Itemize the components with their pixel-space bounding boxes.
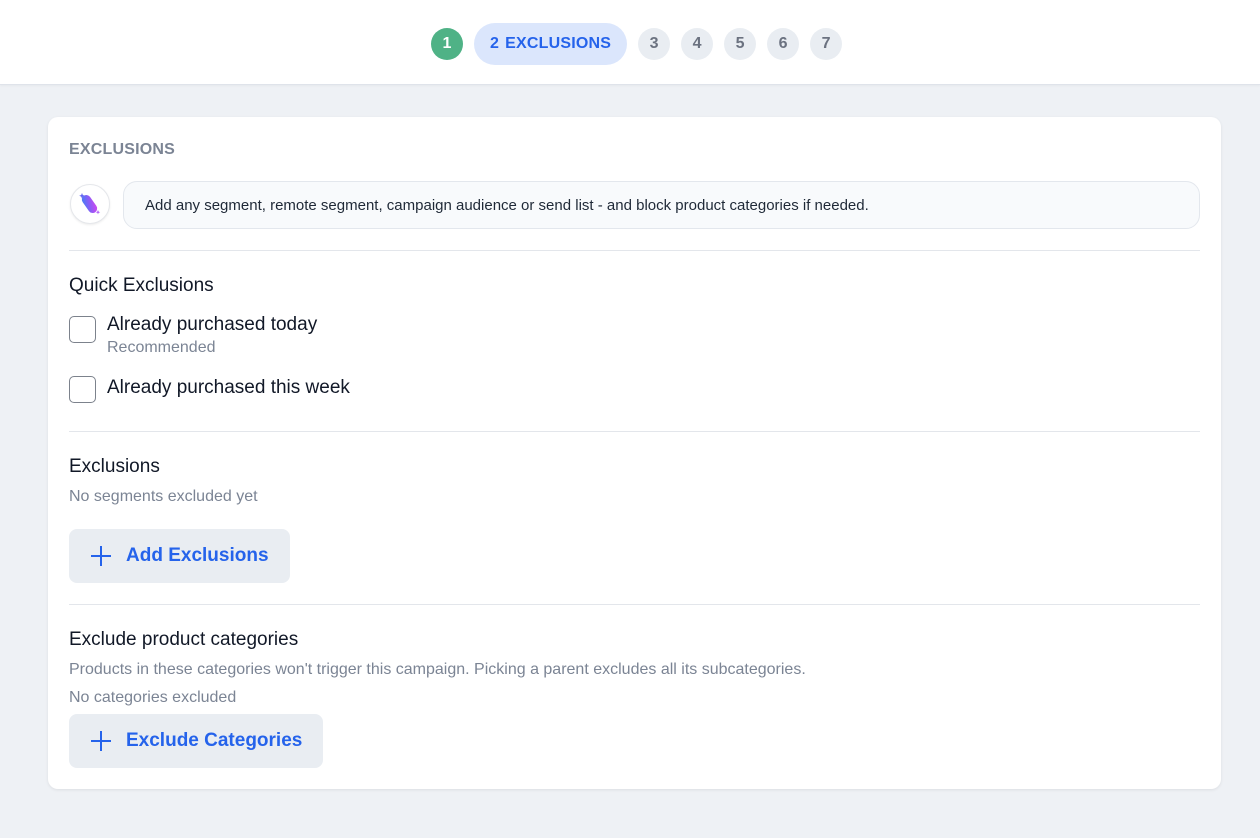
quick-exclusions-title: Quick Exclusions (69, 275, 214, 296)
divider (69, 604, 1200, 605)
assistant-message: Add any segment, remote segment, campaig… (123, 181, 1200, 229)
option-label: Already purchased today (107, 314, 318, 335)
step-indicator: 1 2 EXCLUSIONS 3 4 5 6 7 (431, 23, 853, 65)
ai-assistant-avatar (70, 184, 110, 224)
plus-icon (91, 546, 111, 566)
step-2-label: EXCLUSIONS (505, 35, 612, 52)
stepper-bar: 1 2 EXCLUSIONS 3 4 5 6 7 (0, 0, 1260, 85)
step-4[interactable]: 4 (681, 28, 714, 60)
exclude-categories-label: Exclude Categories (126, 730, 303, 751)
exclusions-card: EXCLUSIONS Add any segment, remote segme… (48, 117, 1221, 789)
product-categories-title: Exclude product categories (69, 629, 299, 650)
option-text: Already purchased this week (107, 376, 350, 400)
exclusions-empty-text: No segments excluded yet (69, 488, 258, 505)
quick-exclusion-option-today[interactable]: Already purchased today Recommended (69, 313, 317, 357)
plus-icon (91, 731, 111, 751)
divider (69, 250, 1200, 251)
card-title: EXCLUSIONS (69, 141, 176, 158)
option-text: Already purchased today Recommended (107, 313, 317, 357)
step-1[interactable]: 1 (431, 28, 463, 60)
step-6[interactable]: 6 (767, 28, 800, 60)
add-exclusions-button[interactable]: Add Exclusions (69, 529, 290, 583)
ai-assistant-icon (79, 193, 101, 215)
categories-empty-text: No categories excluded (69, 689, 237, 706)
add-exclusions-label: Add Exclusions (126, 545, 269, 566)
checkbox-purchased-today[interactable] (69, 316, 96, 343)
step-3[interactable]: 3 (638, 28, 671, 60)
exclude-categories-button[interactable]: Exclude Categories (69, 714, 324, 768)
checkbox-purchased-week[interactable] (69, 376, 96, 403)
option-sublabel: Recommended (107, 339, 216, 356)
step-5[interactable]: 5 (724, 28, 757, 60)
product-categories-description: Products in these categories won't trigg… (69, 661, 806, 678)
step-7[interactable]: 7 (810, 28, 843, 60)
step-2-number: 2 (490, 35, 500, 52)
quick-exclusion-option-week[interactable]: Already purchased this week (69, 373, 350, 403)
option-label: Already purchased this week (107, 377, 350, 398)
exclusions-title: Exclusions (69, 456, 160, 477)
divider (69, 431, 1200, 432)
step-2-exclusions[interactable]: 2 EXCLUSIONS (474, 23, 628, 65)
